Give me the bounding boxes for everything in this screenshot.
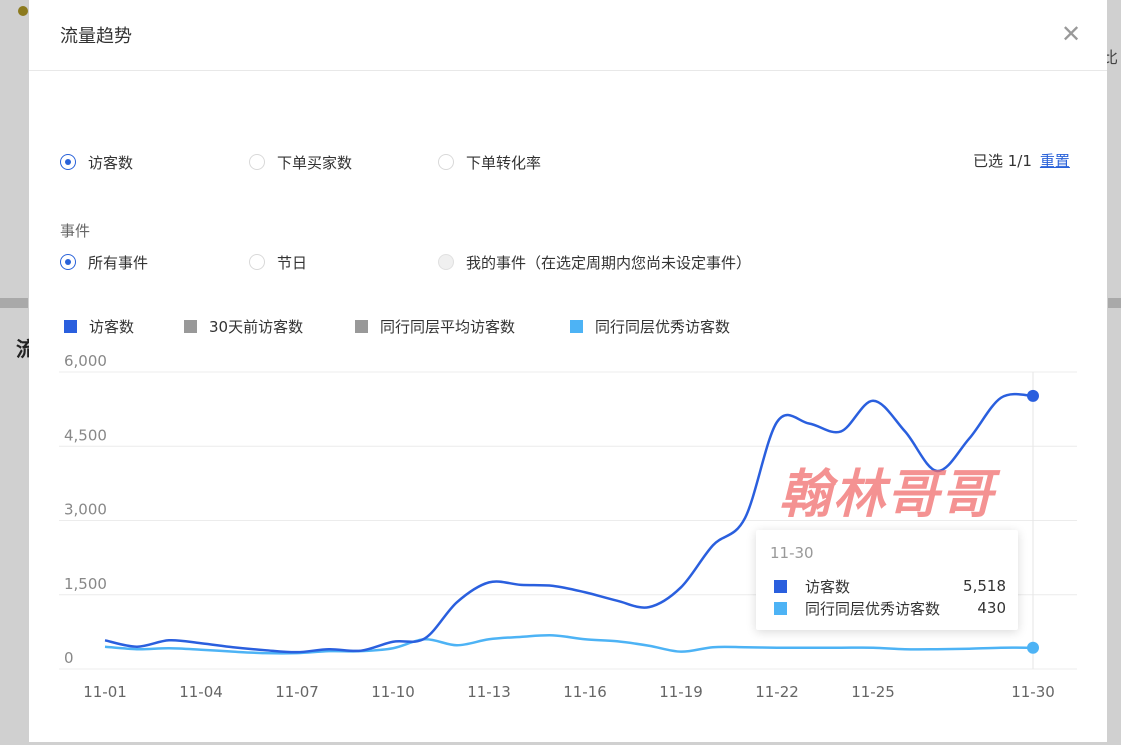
tooltip-series-name: 同行同层优秀访客数 [805,599,941,618]
chart-tooltip: 11-30 访客数 5,518 同行同层优秀访客数 430 [756,530,1018,630]
x-tick-label: 11-10 [371,683,415,701]
series-line-peer-excellent [104,634,1034,655]
data-point [1027,641,1039,654]
y-tick-label: 3,000 [64,501,107,519]
tooltip-row-visitors: 访客数 5,518 [774,575,1006,597]
y-tick-label: 6,000 [64,352,107,370]
background-status-dot [18,6,28,16]
tooltip-row-peer-excellent: 同行同层优秀访客数 430 [774,597,1006,619]
tooltip-swatch [774,579,787,593]
tooltip-series-name: 访客数 [805,577,851,596]
traffic-trend-dialog: 流量趋势 ✕ 访客数 下单买家数 下单转化率 已选 1/1 重置 事件 所有事件 … [29,0,1107,742]
x-tick-label: 11-07 [275,683,319,701]
x-tick-label: 11-13 [467,683,511,701]
tooltip-date: 11-30 [770,544,814,562]
x-tick-label: 11-01 [83,683,127,701]
data-point [1027,389,1039,402]
y-tick-label: 1,500 [64,575,107,593]
y-tick-label: 0 [64,649,74,667]
x-tick-label: 11-30 [1011,683,1055,701]
tooltip-series-value: 430 [977,599,1006,617]
x-tick-label: 11-22 [755,683,799,701]
tooltip-swatch [774,601,787,615]
traffic-line-chart: 6,000 4,500 3,000 1,500 0 11-01 11-04 11-07 11-1… [59,352,1077,701]
x-tick-label: 11-19 [659,683,703,701]
tooltip-series-value: 5,518 [963,577,1006,595]
background-divider [0,298,28,308]
x-tick-label: 11-16 [563,683,607,701]
y-tick-label: 4,500 [64,426,107,444]
x-tick-label: 11-04 [179,683,223,701]
x-tick-label: 11-25 [851,683,895,701]
background-divider-right [1108,298,1121,308]
watermark-text: 翰林哥哥 [779,464,996,525]
